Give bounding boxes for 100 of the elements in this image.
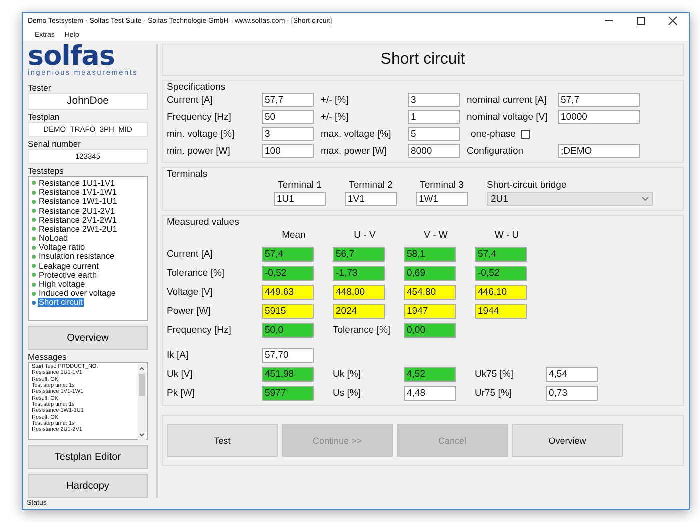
field-label: max. voltage [%]	[321, 128, 392, 140]
value-cell: 58,1	[404, 247, 456, 262]
value-cell: 4,48	[404, 386, 456, 401]
teststep-item[interactable]: Resistance 1W1-1U1	[38, 197, 118, 206]
teststep-item[interactable]: Voltage ratio	[38, 243, 86, 252]
value-cell: 1947	[404, 304, 456, 319]
teststep-item[interactable]: Insulation resistance	[38, 252, 116, 262]
row-label: Ur75 [%]	[475, 388, 513, 399]
list-label: Messages	[28, 352, 68, 362]
list-label: Teststeps	[28, 166, 65, 176]
caret-icon	[642, 197, 649, 201]
value-cell: -0,52	[475, 266, 527, 281]
input-field[interactable]: 1	[408, 110, 460, 124]
action-button[interactable]: Overview	[512, 424, 623, 457]
value-cell: 56,7	[333, 247, 385, 262]
row-label: Ik [A]	[167, 350, 190, 361]
row-label: Frequency [Hz]	[167, 325, 232, 336]
row-label: Voltage [V]	[167, 287, 214, 298]
row-label: Tolerance [%]	[167, 268, 226, 279]
value-cell: 50,0	[262, 323, 314, 338]
field-label: +/- [%]	[321, 94, 350, 106]
field-label: min. power [W]	[167, 146, 232, 156]
teststep-item[interactable]: High voltage	[38, 280, 86, 289]
value-cell: 5915	[262, 304, 314, 319]
teststep-item[interactable]: Resistance 1U1-1V1	[38, 178, 116, 188]
column-heading: Short-circuit bridge	[487, 180, 567, 192]
dropdown[interactable]: 2U1	[487, 192, 653, 206]
overview-button[interactable]: Overview	[28, 326, 148, 350]
input-field[interactable]: 5	[408, 127, 460, 141]
input-field[interactable]: 100	[262, 144, 314, 158]
field-label: Frequency [Hz]	[167, 112, 232, 122]
value-cell: 2024	[333, 304, 385, 319]
group-title: Terminals	[167, 169, 209, 180]
input-field[interactable]: 57,7	[262, 93, 314, 107]
teststep-item[interactable]: NoLoad	[38, 234, 70, 244]
row-label: Tolerance [%]	[333, 325, 392, 336]
teststep-item[interactable]: Short circuit	[38, 298, 84, 308]
teststep-item[interactable]: Resistance 2V1-2W1	[38, 216, 118, 225]
value-cell: 0,73	[546, 386, 598, 401]
close-icon[interactable]	[668, 16, 678, 26]
teststep-item[interactable]: Resistance 2U1-2V1	[38, 206, 116, 216]
column-heading: U - V	[353, 230, 377, 241]
column-heading: W - U	[494, 230, 520, 241]
value-cell: 1944	[475, 304, 527, 319]
value-cell: 57,4	[262, 247, 314, 262]
teststep-item[interactable]: Leakage current	[38, 262, 100, 271]
column-heading: Terminal 3	[420, 180, 464, 192]
value-cell: 0,69	[404, 266, 456, 281]
teststep-item[interactable]: Induced over voltage	[38, 289, 118, 298]
input-field[interactable]: 8000	[408, 144, 460, 158]
maximize-icon[interactable]	[636, 16, 646, 26]
input-field[interactable]: 3	[262, 127, 314, 141]
value-cell: -0,52	[262, 266, 314, 281]
teststep-item[interactable]: Resistance 1V1-1W1	[38, 188, 118, 198]
page-title: Short circuit	[380, 51, 466, 69]
sidebar-button[interactable]: Testplan Editor	[28, 445, 148, 470]
group-title: Measured values	[167, 217, 240, 228]
input-field[interactable]: 1V1	[345, 192, 397, 206]
tester-field[interactable]: JohnDoe	[28, 93, 148, 110]
row-label: Us [%]	[333, 388, 362, 399]
checkbox-label: one-phase	[471, 128, 516, 140]
group-title: Specifications	[167, 82, 227, 93]
value-cell: 57,70	[262, 348, 314, 363]
field-label: Tester	[28, 83, 52, 93]
field-label: nominal current [A]	[467, 94, 548, 106]
field-label: min. voltage [%]	[167, 128, 236, 140]
row-label: Current [A]	[167, 249, 214, 260]
input-field[interactable]: 1U1	[274, 192, 326, 206]
row-label: Uk [%]	[333, 369, 362, 380]
value-cell: 451,98	[262, 367, 314, 382]
input-field[interactable]: 3	[408, 93, 460, 107]
column-heading: Mean	[281, 230, 307, 241]
row-label: Uk75 [%]	[475, 369, 515, 380]
field-label: Current [A]	[167, 94, 214, 106]
value-cell: 448,00	[333, 285, 385, 300]
value-cell: -1,73	[333, 266, 385, 281]
teststep-item[interactable]: Resistance 2W1-2U1	[38, 224, 118, 234]
scrollbar[interactable]	[138, 364, 146, 440]
value-cell: 0,00	[404, 323, 456, 338]
sidebar-button[interactable]: Hardcopy	[28, 474, 148, 498]
input-field[interactable]: 1W1	[416, 192, 468, 206]
value-cell: 446,10	[475, 285, 527, 300]
input-field[interactable]: 10000	[558, 110, 640, 124]
row-label: Power [W]	[167, 306, 212, 317]
teststep-item[interactable]: Protective earth	[38, 270, 98, 280]
column-heading: Terminal 2	[349, 180, 393, 192]
input-field[interactable]: 57,7	[558, 93, 640, 107]
field-label: max. power [W]	[321, 146, 388, 156]
value-cell: 454,80	[404, 285, 456, 300]
logo-wordmark: solfas	[28, 45, 115, 68]
value-cell: 57,4	[475, 247, 527, 262]
field-label: Configuration	[467, 146, 525, 156]
input-field[interactable]: ;DEMO	[558, 144, 640, 158]
action-button[interactable]: Test	[167, 424, 278, 457]
checkbox[interactable]	[520, 130, 530, 138]
input-field[interactable]: 50	[262, 110, 314, 124]
column-heading: Terminal 1	[278, 180, 322, 192]
field-label: nominal voltage [V]	[467, 112, 549, 122]
field-label: Serial number	[28, 138, 82, 149]
value-cell: 4,54	[546, 367, 598, 382]
